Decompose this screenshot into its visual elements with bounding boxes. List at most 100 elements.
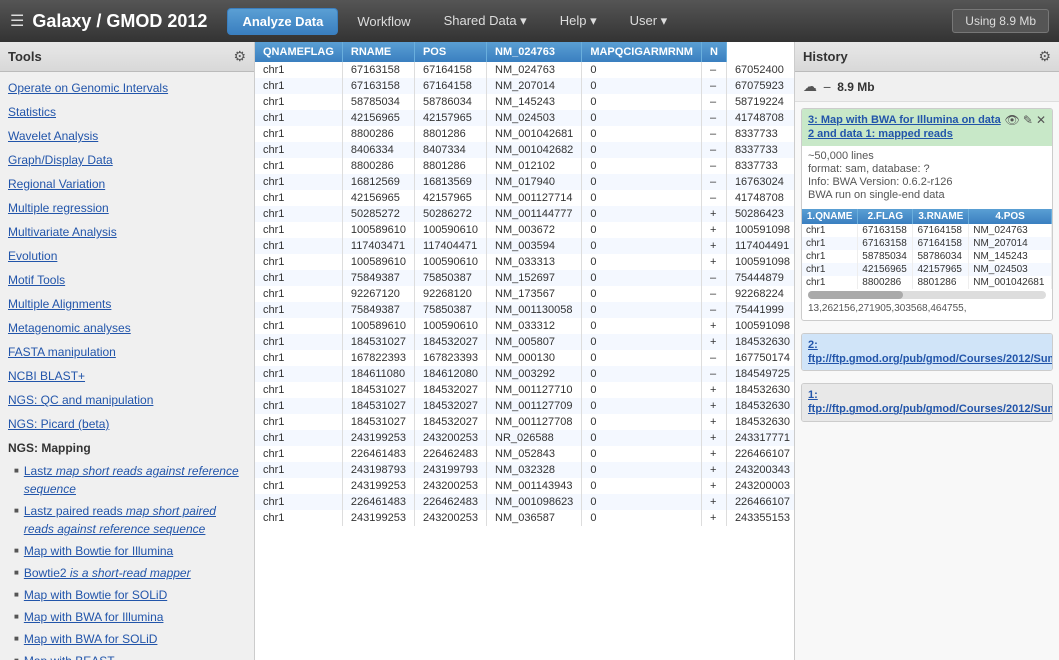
table-cell: chr1 bbox=[255, 238, 342, 254]
mini-table-row: chr1 67163158 67164158 NM_024763 bbox=[802, 224, 1052, 237]
table-cell: 243199253 bbox=[342, 430, 414, 446]
sidebar-item-ngs-qc[interactable]: NGS: QC and manipulation bbox=[0, 388, 254, 412]
sidebar-item-regional[interactable]: Regional Variation bbox=[0, 172, 254, 196]
data-table: QNAMEFLAG RNAME POS NM_024763 MAPQCIGARM… bbox=[255, 42, 794, 526]
mini-col-rname: 3.RNAME bbox=[913, 209, 969, 224]
table-cell: – bbox=[701, 78, 726, 94]
table-row: chr1100589610100590610NM_0333120+1005910… bbox=[255, 318, 794, 334]
table-row: chr17584938775850387NM_0011300580–754419… bbox=[255, 302, 794, 318]
sidebar-bullet-bwa-solid[interactable]: Map with BWA for SOLiD bbox=[0, 628, 254, 650]
sidebar-bullet-bowtie2[interactable]: Bowtie2 is a short-read mapper bbox=[0, 562, 254, 584]
mini-cell: 58785034 bbox=[858, 250, 913, 263]
table-cell: 243317771 bbox=[726, 430, 794, 446]
sidebar-bullet-bwa-illumina[interactable]: Map with BWA for Illumina bbox=[0, 606, 254, 628]
table-cell: NM_173567 bbox=[487, 286, 582, 302]
table-cell: 8801286 bbox=[414, 126, 486, 142]
mini-table-row: chr1 42156965 42157965 NM_024503 bbox=[802, 263, 1052, 276]
table-cell: 167750174 bbox=[726, 350, 794, 366]
sidebar-item-ngs-mapping: NGS: Mapping bbox=[0, 436, 254, 460]
table-cell: + bbox=[701, 254, 726, 270]
sidebar-item-ncbi-blast[interactable]: NCBI BLAST+ bbox=[0, 364, 254, 388]
table-cell: chr1 bbox=[255, 270, 342, 286]
table-cell: NM_152697 bbox=[487, 270, 582, 286]
table-cell: NM_052843 bbox=[487, 446, 582, 462]
history-item-3-close-icon[interactable]: ✕ bbox=[1036, 113, 1046, 127]
table-cell: 226462483 bbox=[414, 446, 486, 462]
table-cell: NM_001042681 bbox=[487, 126, 582, 142]
mini-cell: 58786034 bbox=[913, 250, 969, 263]
history-item-3-info2: BWA run on single-end data bbox=[808, 189, 1046, 201]
table-cell: 100591098 bbox=[726, 318, 794, 334]
history-item-3-edit-icon[interactable]: ✎ bbox=[1023, 113, 1033, 127]
history-item-2: 2: ftp://ftp.gmod.org/pub/gmod/Courses/2… bbox=[801, 333, 1053, 372]
mini-table-extra: 13,262156,271905,303568,464755, bbox=[802, 301, 1052, 316]
table-cell: 184531027 bbox=[342, 398, 414, 414]
sidebar-item-motif-tools[interactable]: Motif Tools bbox=[0, 268, 254, 292]
col-rname: RNAME bbox=[342, 42, 414, 62]
table-row: chr14215696542157965NM_0245030–41748708 bbox=[255, 110, 794, 126]
sidebar-bullet-bowtie-solid[interactable]: Map with Bowtie for SOLiD bbox=[0, 584, 254, 606]
sidebar-item-fasta[interactable]: FASTA manipulation bbox=[0, 340, 254, 364]
sidebar-gear-icon[interactable]: ⚙ bbox=[233, 48, 246, 65]
table-cell: – bbox=[701, 142, 726, 158]
table-cell: chr1 bbox=[255, 190, 342, 206]
hamburger-icon[interactable]: ☰ bbox=[10, 11, 24, 31]
table-cell: NM_001042682 bbox=[487, 142, 582, 158]
table-cell: NM_003594 bbox=[487, 238, 582, 254]
sidebar-bullet-beast[interactable]: Map with BEAST bbox=[0, 650, 254, 660]
data-table-wrapper[interactable]: QNAMEFLAG RNAME POS NM_024763 MAPQCIGARM… bbox=[255, 42, 794, 660]
history-minus-icon[interactable]: − bbox=[823, 79, 831, 95]
sidebar-item-wavelet[interactable]: Wavelet Analysis bbox=[0, 124, 254, 148]
sidebar-item-metagenomic[interactable]: Metagenomic analyses bbox=[0, 316, 254, 340]
table-cell: 226466107 bbox=[726, 494, 794, 510]
table-row: chr1184531027184532027NM_0058070+1845326… bbox=[255, 334, 794, 350]
table-cell: 0 bbox=[582, 222, 702, 238]
table-cell: + bbox=[701, 318, 726, 334]
nav-help[interactable]: Help ▾ bbox=[546, 8, 611, 34]
mini-table-header-row: 1.QNAME 2.FLAG 3.RNAME 4.POS bbox=[802, 209, 1052, 224]
sidebar-bullet-lastz-paired[interactable]: Lastz paired reads map short paired read… bbox=[0, 500, 254, 540]
table-row: chr19226712092268120NM_1735670–92268224 bbox=[255, 286, 794, 302]
table-cell: NM_003292 bbox=[487, 366, 582, 382]
history-cloud-icon[interactable]: ☁ bbox=[803, 78, 817, 95]
sidebar-bullet-lastz[interactable]: Lastz map short reads against reference … bbox=[0, 460, 254, 500]
table-cell: 167823393 bbox=[414, 350, 486, 366]
sidebar-item-statistics[interactable]: Statistics bbox=[0, 100, 254, 124]
table-cell: – bbox=[701, 302, 726, 318]
history-item-3-title[interactable]: 3: Map with BWA for Illumina on data 2 a… bbox=[808, 113, 1005, 142]
table-cell: 58786034 bbox=[414, 94, 486, 110]
mini-cell: 8801286 bbox=[913, 276, 969, 289]
table-row: chr1117403471117404471NM_0035940+1174044… bbox=[255, 238, 794, 254]
sidebar-bullet-bowtie-illumina[interactable]: Map with Bowtie for Illumina bbox=[0, 540, 254, 562]
sidebar-item-operate-genomic[interactable]: Operate on Genomic Intervals bbox=[0, 76, 254, 100]
history-item-1-header: 1: ftp://ftp.gmod.org/pub/gmod/Courses/2… bbox=[802, 384, 1052, 421]
mini-scrollbar[interactable] bbox=[808, 291, 1046, 299]
sidebar-item-alignments[interactable]: Multiple Alignments bbox=[0, 292, 254, 316]
sidebar-item-regression[interactable]: Multiple regression bbox=[0, 196, 254, 220]
nav-analyze-data[interactable]: Analyze Data bbox=[227, 8, 338, 35]
table-cell: 92268224 bbox=[726, 286, 794, 302]
history-item-1-title[interactable]: 1: ftp://ftp.gmod.org/pub/gmod/Courses/2… bbox=[808, 388, 1053, 417]
table-cell: 184532630 bbox=[726, 398, 794, 414]
table-cell: 42157965 bbox=[414, 190, 486, 206]
table-cell: 184531027 bbox=[342, 334, 414, 350]
table-cell: + bbox=[701, 206, 726, 222]
history-gear-icon[interactable]: ⚙ bbox=[1038, 48, 1051, 65]
sidebar-item-graph[interactable]: Graph/Display Data bbox=[0, 148, 254, 172]
nav-user[interactable]: User ▾ bbox=[616, 8, 682, 34]
table-cell: 0 bbox=[582, 366, 702, 382]
col-mapqcigarmrnm: MAPQCIGARMRNM bbox=[582, 42, 702, 62]
sidebar-item-multivariate[interactable]: Multivariate Analysis bbox=[0, 220, 254, 244]
sidebar-item-evolution[interactable]: Evolution bbox=[0, 244, 254, 268]
table-cell: NM_207014 bbox=[487, 78, 582, 94]
table-cell: + bbox=[701, 446, 726, 462]
mini-cell: chr1 bbox=[802, 224, 858, 237]
history-size: 8.9 Mb bbox=[837, 80, 874, 94]
history-item-3-eye-icon[interactable]: 👁 bbox=[1005, 113, 1020, 127]
sidebar-item-ngs-picard[interactable]: NGS: Picard (beta) bbox=[0, 412, 254, 436]
nav-workflow[interactable]: Workflow bbox=[343, 9, 424, 34]
table-cell: chr1 bbox=[255, 446, 342, 462]
history-item-2-title[interactable]: 2: ftp://ftp.gmod.org/pub/gmod/Courses/2… bbox=[808, 338, 1053, 367]
nav-shared-data[interactable]: Shared Data ▾ bbox=[430, 8, 541, 34]
mini-col-flag: 2.FLAG bbox=[858, 209, 913, 224]
